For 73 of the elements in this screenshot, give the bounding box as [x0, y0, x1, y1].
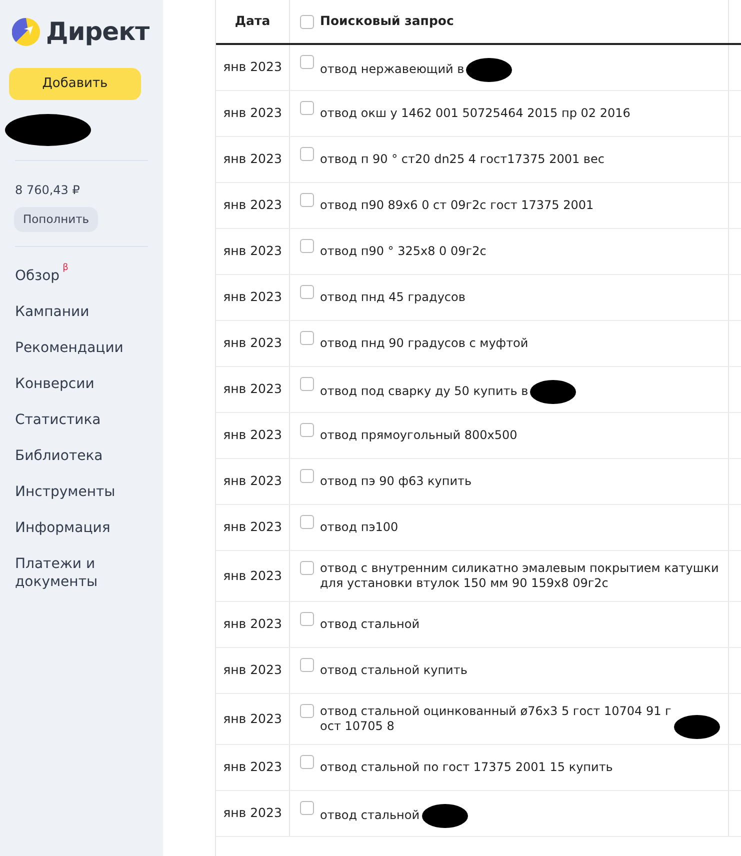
- query-text: отвод п90 ° 325х8 0 09г2с: [320, 244, 486, 259]
- checkbox[interactable]: [300, 612, 314, 626]
- checkbox[interactable]: [300, 55, 314, 69]
- date-cell: янв 2023: [216, 745, 290, 790]
- nav-link[interactable]: Платежи и документы: [15, 551, 154, 592]
- date-cell: янв 2023: [216, 648, 290, 693]
- query-text: отвод нержавеющий в: [320, 62, 464, 77]
- redaction-mark: [530, 380, 576, 404]
- redaction-mark: [674, 715, 720, 739]
- checkbox[interactable]: [300, 239, 314, 253]
- date-cell: янв 2023: [216, 91, 290, 136]
- checkbox[interactable]: [300, 101, 314, 115]
- checkbox[interactable]: [300, 14, 314, 28]
- date-cell: янв 2023: [216, 602, 290, 647]
- add-button[interactable]: Добавить: [9, 68, 141, 100]
- query-text: отвод стальной: [320, 617, 420, 632]
- checkbox[interactable]: [300, 704, 314, 718]
- nav-link[interactable]: Рекомендации: [15, 335, 124, 358]
- date-cell: янв 2023: [216, 229, 290, 274]
- query-text: отвод прямоугольный 800х500: [320, 428, 518, 443]
- redaction-mark: [466, 58, 512, 82]
- nav-link[interactable]: Конверсии: [15, 371, 94, 394]
- date-cell: янв 2023: [216, 459, 290, 504]
- query-text: отвод пэ100: [320, 520, 398, 535]
- checkbox[interactable]: [300, 755, 314, 769]
- nav-link[interactable]: Статистика: [15, 407, 101, 430]
- date-cell: янв 2023: [216, 183, 290, 228]
- query-text: отвод с внутренним силикатно эмалевым покрытием катушки для установки втулок 150 мм 90 159х8 09г2с: [320, 561, 720, 591]
- date-cell: янв 2023: [216, 551, 290, 601]
- query-text: отвод пнд 45 градусов: [320, 290, 466, 305]
- date-cell: янв 2023: [216, 367, 290, 412]
- checkbox[interactable]: [300, 147, 314, 161]
- query-text: отвод под сварку ду 50 купить в: [320, 384, 528, 399]
- checkbox[interactable]: [300, 377, 314, 391]
- query-text: отвод п 90 ° ст20 dn25 4 гост17375 2001 вес: [320, 152, 604, 167]
- checkbox[interactable]: [300, 561, 314, 575]
- query-text: отвод окш у 1462 001 50725464 2015 пр 02 2016: [320, 106, 630, 121]
- query-text: отвод стальной: [320, 808, 420, 823]
- column-header: Поисковый запрос: [320, 12, 454, 30]
- nav-link[interactable]: Обзор $^{β}$: [15, 263, 68, 286]
- redaction-mark: [422, 804, 468, 828]
- checkbox[interactable]: [300, 658, 314, 672]
- date-cell: янв 2023: [216, 413, 290, 458]
- logo-text: Директ: [46, 16, 150, 48]
- query-text: отвод стальной оцинкованный ø76х3 5 гост 10704 91 гост 10705 8: [320, 704, 672, 734]
- query-text: отвод пэ 90 ф63 купить: [320, 474, 472, 489]
- checkbox[interactable]: [300, 515, 314, 529]
- checkbox[interactable]: [300, 801, 314, 815]
- balance-text: 8 760,43 ₽: [15, 182, 81, 199]
- top-up-button[interactable]: Пополнить: [14, 207, 98, 232]
- column-header: Дата: [216, 0, 290, 43]
- query-text: отвод стальной по гост 17375 2001 15 купить: [320, 760, 613, 775]
- date-cell: янв 2023: [216, 694, 290, 744]
- date-cell: янв 2023: [216, 791, 290, 836]
- date-cell: янв 2023: [216, 321, 290, 366]
- checkbox[interactable]: [300, 285, 314, 299]
- checkbox[interactable]: [300, 193, 314, 207]
- checkbox[interactable]: [300, 423, 314, 437]
- checkbox[interactable]: [300, 469, 314, 483]
- date-cell: янв 2023: [216, 275, 290, 320]
- query-text: отвод пнд 90 градусов с муфтой: [320, 336, 528, 351]
- logo-icon: [12, 18, 40, 46]
- nav-link[interactable]: Инструменты: [15, 479, 116, 502]
- nav-link[interactable]: Кампании: [15, 299, 90, 322]
- date-cell: янв 2023: [216, 505, 290, 550]
- nav-link[interactable]: Библиотека: [15, 443, 103, 466]
- query-text: отвод стальной купить: [320, 663, 468, 678]
- query-text: отвод п90 89х6 0 ст 09г2с гост 17375 2001: [320, 198, 594, 213]
- date-cell: янв 2023: [216, 137, 290, 182]
- beta-label: β: [62, 264, 68, 274]
- date-cell: янв 2023: [216, 45, 290, 90]
- nav-link[interactable]: Информация: [15, 515, 110, 538]
- checkbox[interactable]: [300, 331, 314, 345]
